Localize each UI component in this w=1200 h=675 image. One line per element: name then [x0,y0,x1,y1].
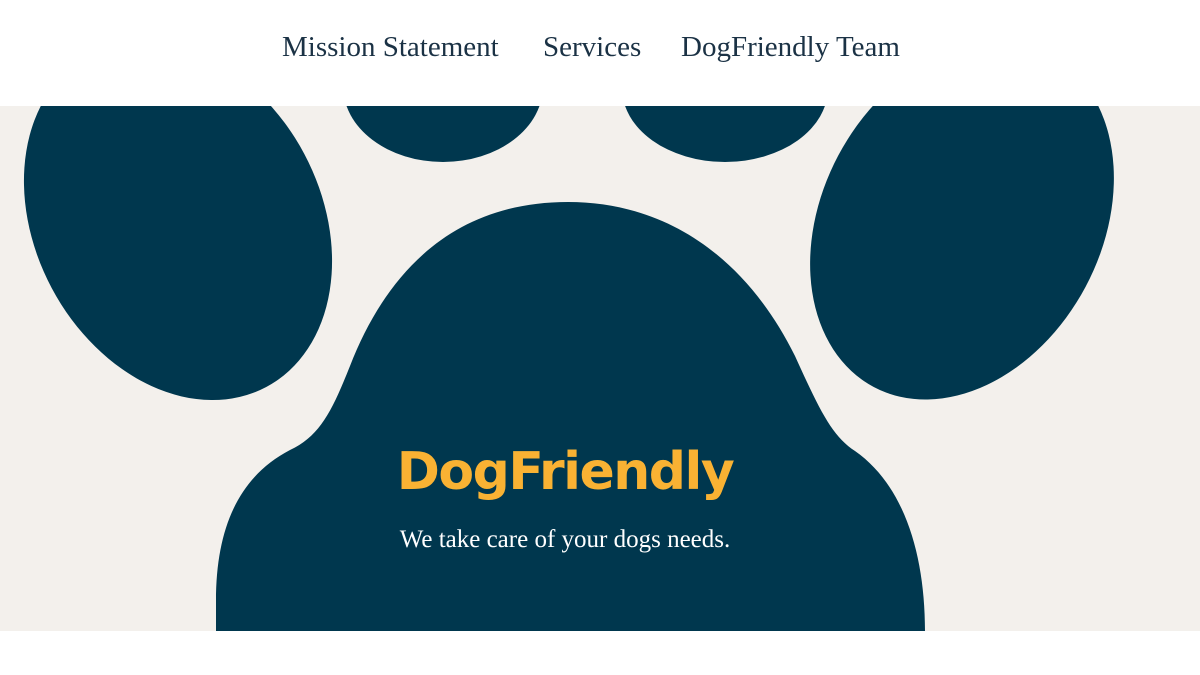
nav-link-mission-statement[interactable]: Mission Statement [282,28,499,66]
nav-link-dogfriendly-team[interactable]: DogFriendly Team [681,28,900,66]
hero-title: DogFriendly [396,442,735,502]
hero-tagline: We take care of your dogs needs. [399,526,731,553]
paw-toe-left-outer [23,106,333,401]
page-bottom-area [0,631,1200,675]
hero-section: DogFriendly We take care of your dogs ne… [0,106,1200,631]
top-navigation: Mission Statement Services DogFriendly T… [0,0,1200,106]
nav-link-services[interactable]: Services [543,28,641,66]
paw-toe-left-inner [346,106,540,162]
paw-toe-right-inner [625,106,825,162]
